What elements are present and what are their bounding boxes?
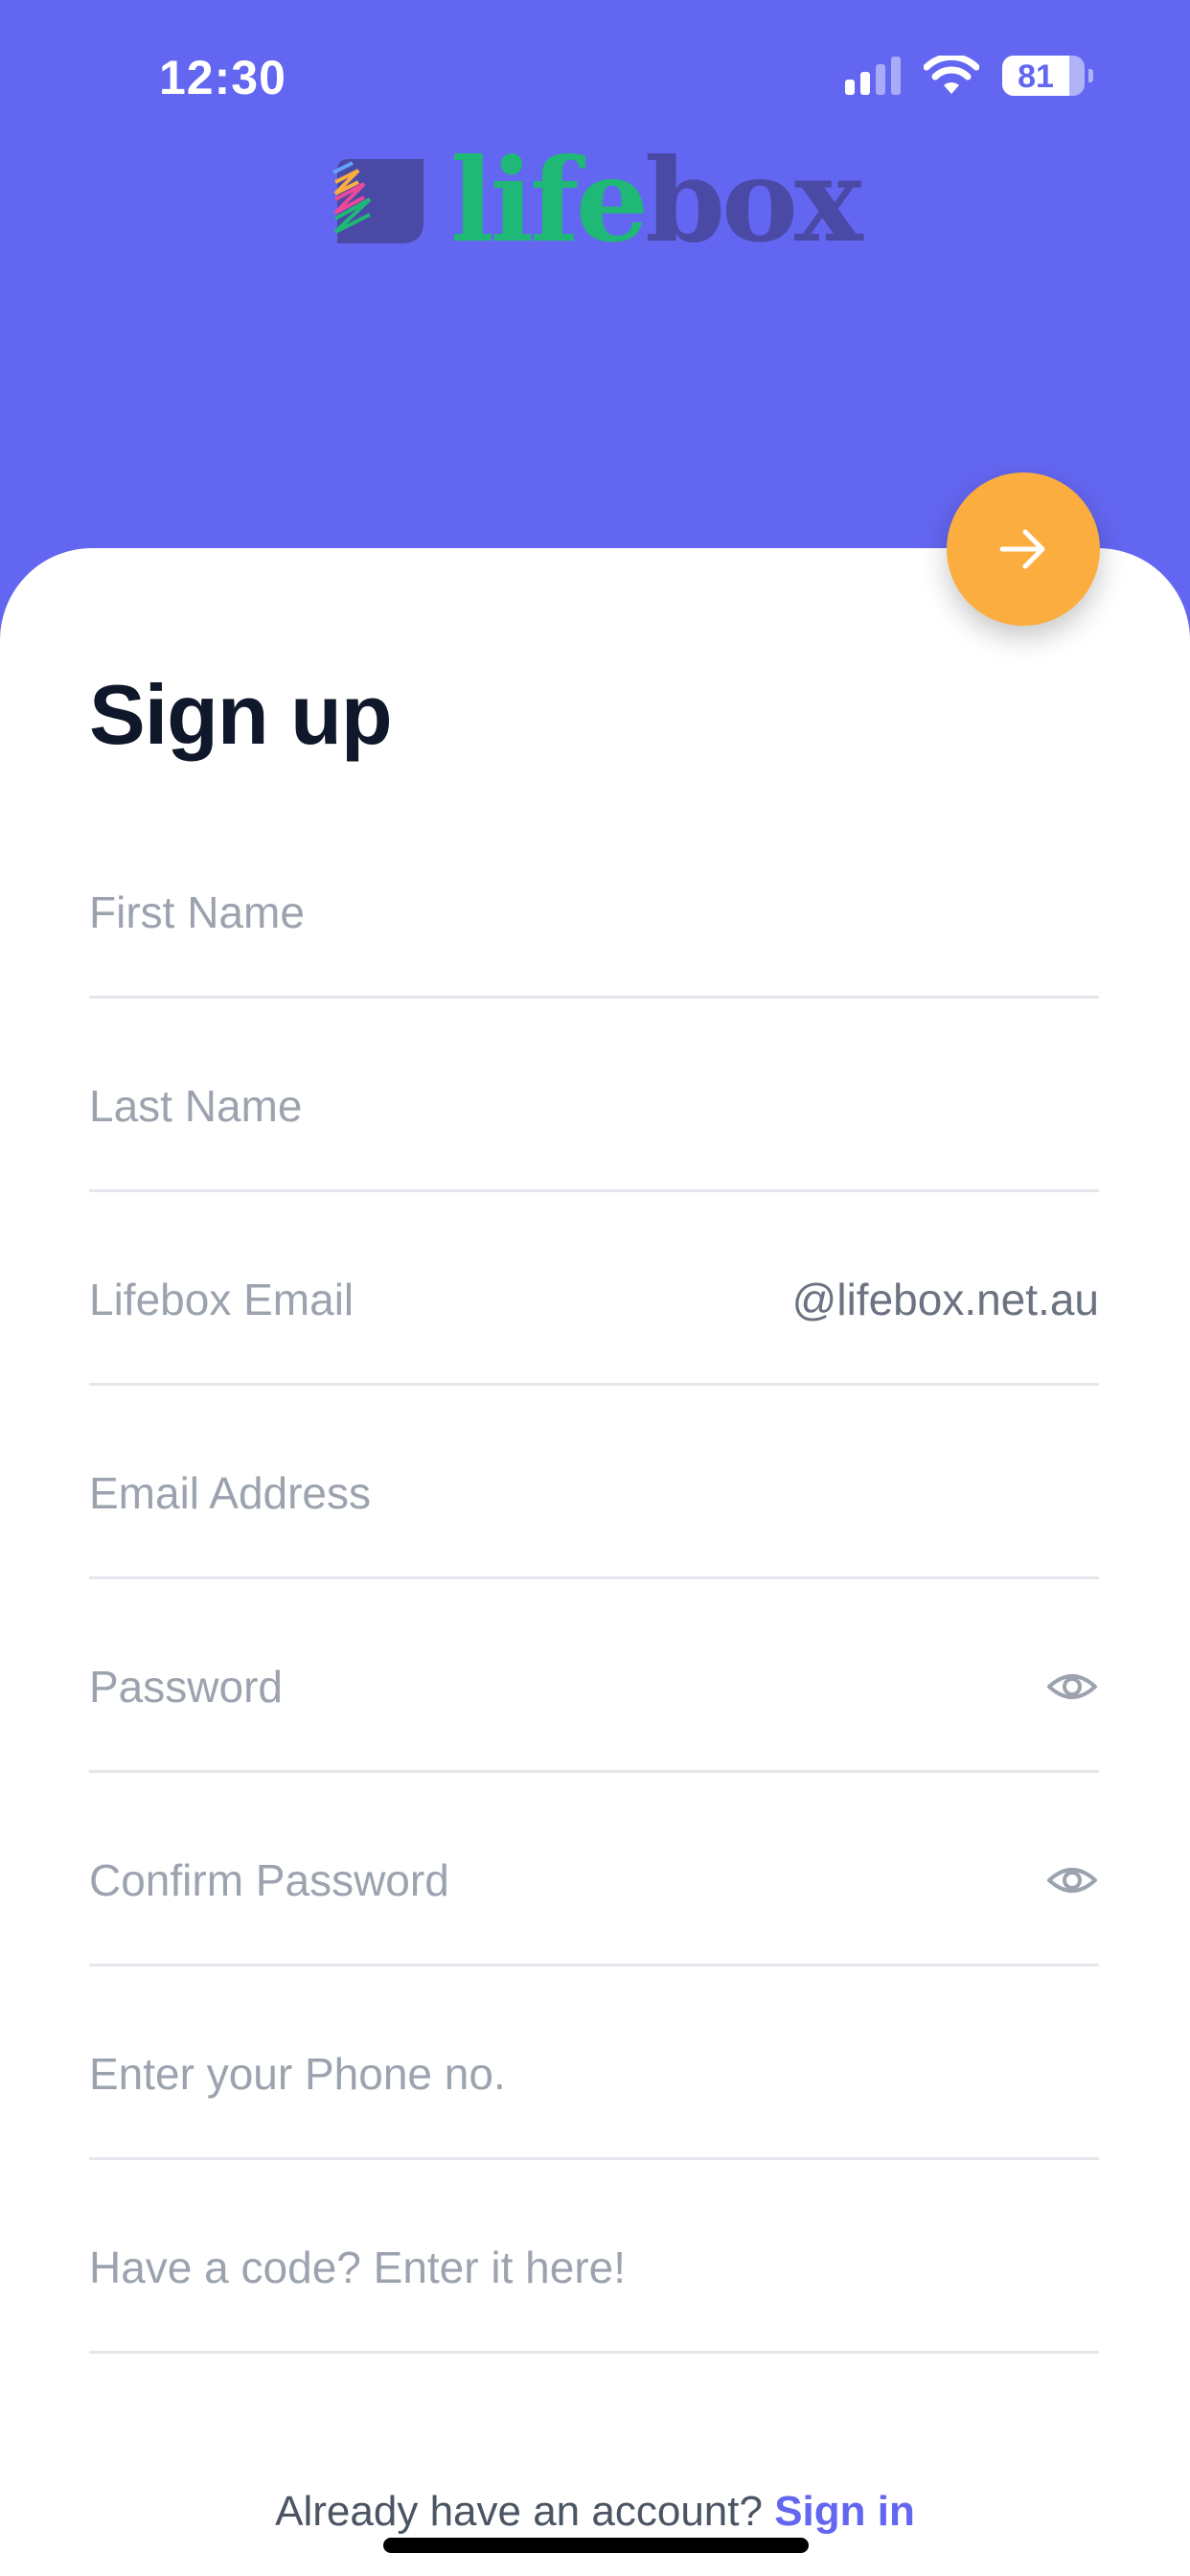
first-name-input[interactable] <box>89 862 1099 938</box>
lifebox-email-input[interactable] <box>89 1250 792 1325</box>
code-field <box>89 2160 1099 2354</box>
submit-button[interactable] <box>947 472 1100 626</box>
battery-icon: 81 <box>1002 56 1093 96</box>
show-password-eye-icon[interactable] <box>1045 1660 1099 1714</box>
email-address-input[interactable] <box>89 1443 1099 1519</box>
sign-in-link[interactable]: Sign in <box>774 2488 915 2535</box>
home-indicator[interactable] <box>383 2538 809 2553</box>
logo-mark-icon <box>332 159 423 243</box>
wifi-icon <box>924 56 979 94</box>
first-name-field <box>89 805 1099 999</box>
confirm-password-input[interactable] <box>89 1830 1045 1906</box>
code-input[interactable] <box>89 2218 1099 2293</box>
phone-field <box>89 1966 1099 2160</box>
lifebox-logo: lifebox <box>332 133 863 268</box>
last-name-field <box>89 999 1099 1192</box>
status-icons: 81 <box>845 56 1093 96</box>
last-name-input[interactable] <box>89 1056 1099 1132</box>
password-field <box>89 1579 1099 1773</box>
show-confirm-password-eye-icon[interactable] <box>1045 1853 1099 1907</box>
signin-prompt: Already have an account? Sign in <box>0 2488 1190 2536</box>
password-input[interactable] <box>89 1637 1045 1713</box>
email-domain-suffix: @lifebox.net.au <box>791 1274 1099 1324</box>
cellular-signal-icon <box>845 57 901 95</box>
status-time: 12:30 <box>159 51 286 104</box>
battery-level: 81 <box>1018 58 1054 95</box>
logo-wordmark: lifebox <box>450 133 863 268</box>
confirm-password-field <box>89 1773 1099 1966</box>
page-title: Sign up <box>89 667 393 762</box>
phone-input[interactable] <box>89 2024 1099 2100</box>
signin-prompt-text: Already have an account? <box>275 2488 763 2535</box>
email-address-field <box>89 1386 1099 1579</box>
lifebox-email-field: @lifebox.net.au <box>89 1192 1099 1386</box>
arrow-right-icon <box>999 529 1045 569</box>
